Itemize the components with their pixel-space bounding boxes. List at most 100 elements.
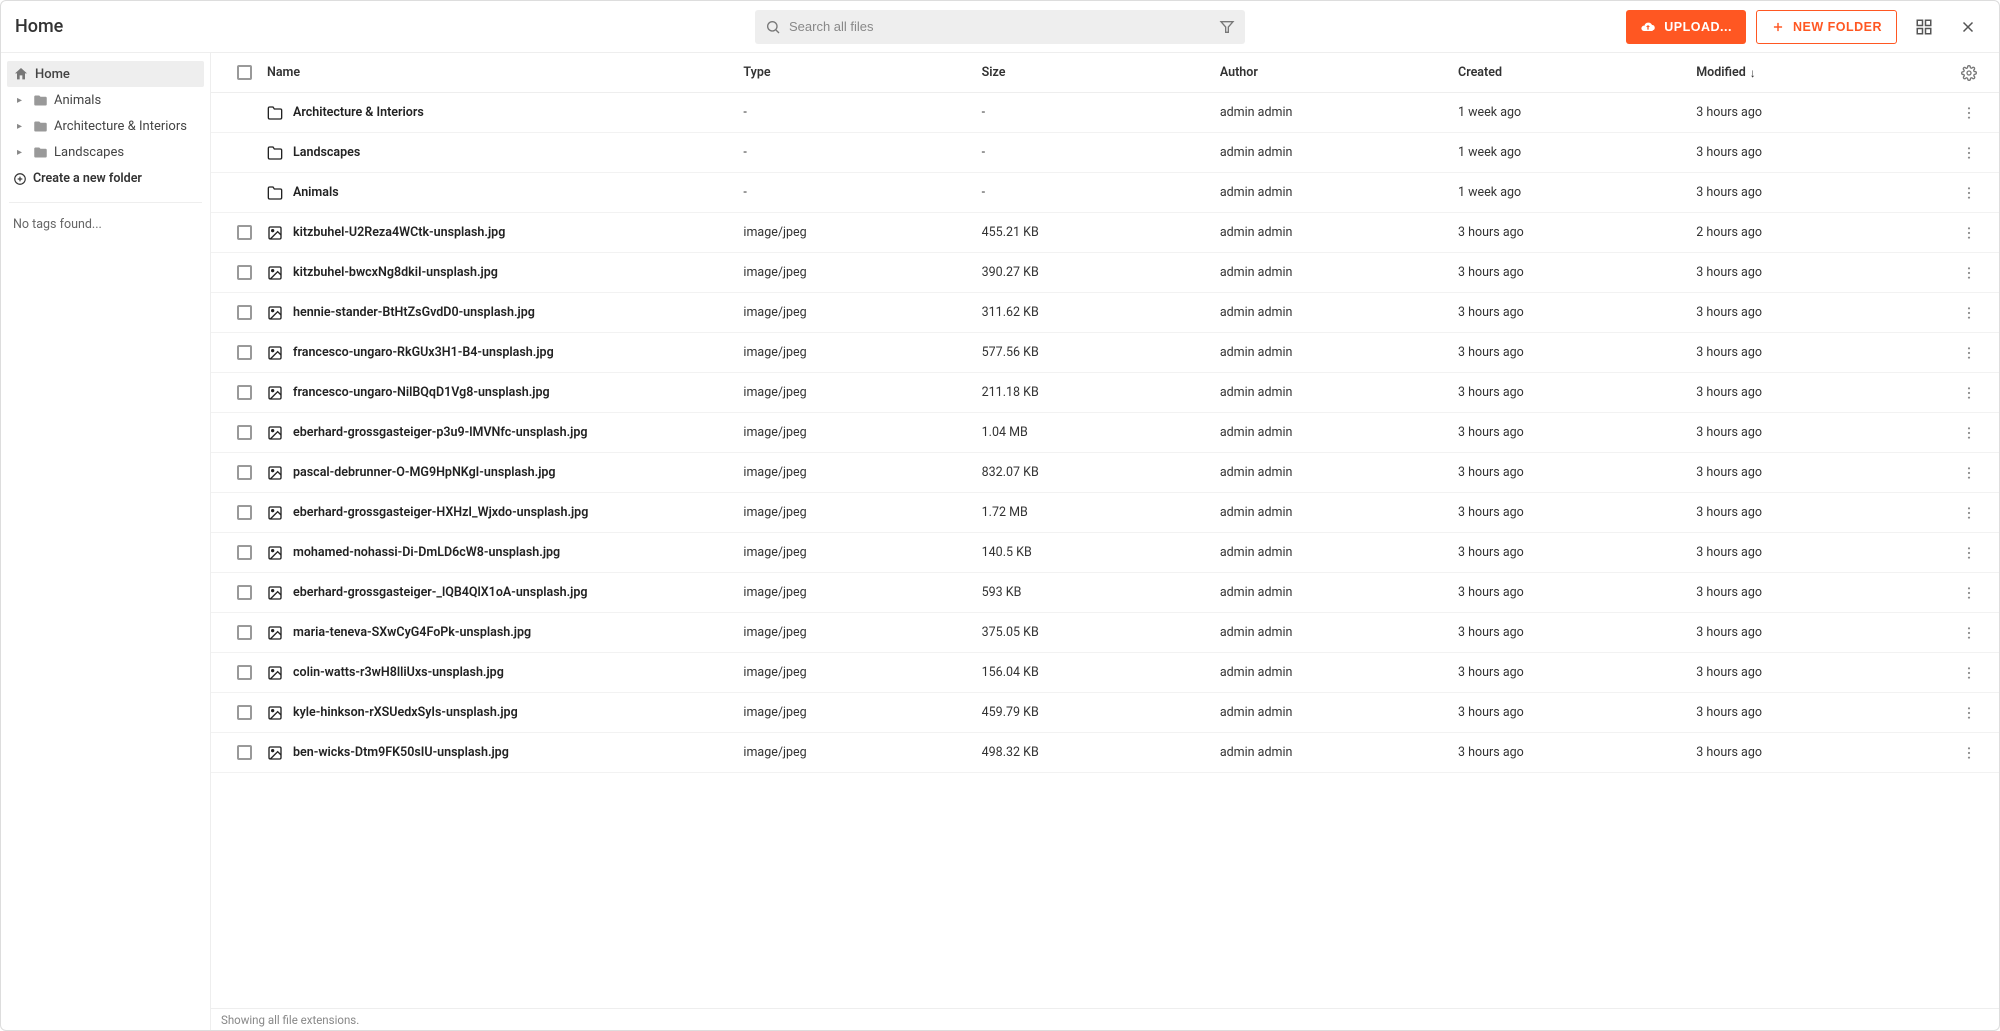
row-author: admin admin: [1220, 705, 1458, 720]
row-checkbox[interactable]: [237, 465, 252, 480]
column-header-created[interactable]: Created: [1458, 65, 1696, 80]
row-more-icon[interactable]: [1957, 501, 1981, 525]
row-checkbox[interactable]: [237, 265, 252, 280]
column-header-type[interactable]: Type: [743, 65, 981, 80]
table-row[interactable]: kitzbuhel-bwcxNg8dkiI-unsplash.jpgimage/…: [211, 253, 1999, 293]
upload-label: UPLOAD...: [1664, 20, 1732, 34]
row-checkbox[interactable]: [237, 745, 252, 760]
row-author: admin admin: [1220, 265, 1458, 280]
grid-view-button[interactable]: [1907, 10, 1941, 44]
table-row[interactable]: francesco-ungaro-NilBQqD1Vg8-unsplash.jp…: [211, 373, 1999, 413]
settings-icon[interactable]: [1961, 65, 1977, 81]
row-more-icon[interactable]: [1957, 661, 1981, 685]
select-all-checkbox[interactable]: [237, 65, 252, 80]
tree-folder-item[interactable]: ▸Animals: [7, 87, 204, 113]
row-size: -: [982, 145, 1220, 160]
image-icon: [267, 465, 283, 481]
close-button[interactable]: [1951, 10, 1985, 44]
row-checkbox[interactable]: [237, 305, 252, 320]
row-name: kyle-hinkson-rXSUedxSyIs-unsplash.jpg: [293, 705, 518, 720]
row-name: Architecture & Interiors: [293, 105, 424, 120]
tree-root-home[interactable]: Home: [7, 61, 204, 87]
row-more-icon[interactable]: [1957, 221, 1981, 245]
table-row[interactable]: colin-watts-r3wH8lliUxs-unsplash.jpgimag…: [211, 653, 1999, 693]
row-type: -: [743, 105, 981, 120]
search-input[interactable]: [789, 19, 1211, 34]
row-checkbox[interactable]: [237, 625, 252, 640]
folder-icon: [33, 145, 48, 160]
row-name: francesco-ungaro-NilBQqD1Vg8-unsplash.jp…: [293, 385, 550, 400]
row-created: 3 hours ago: [1458, 225, 1696, 240]
row-modified: 3 hours ago: [1696, 585, 1947, 600]
row-more-icon[interactable]: [1957, 261, 1981, 285]
row-more-icon[interactable]: [1957, 741, 1981, 765]
image-icon: [267, 585, 283, 601]
row-name: kitzbuhel-U2Reza4WCtk-unsplash.jpg: [293, 225, 505, 240]
table-row[interactable]: ben-wicks-Dtm9FK50sIU-unsplash.jpgimage/…: [211, 733, 1999, 773]
row-created: 1 week ago: [1458, 145, 1696, 160]
table-row[interactable]: eberhard-grossgasteiger-HXHzI_Wjxdo-unsp…: [211, 493, 1999, 533]
search-box[interactable]: [755, 10, 1245, 44]
row-type: image/jpeg: [743, 225, 981, 240]
create-folder-label: Create a new folder: [33, 171, 142, 186]
row-more-icon[interactable]: [1957, 381, 1981, 405]
row-created: 3 hours ago: [1458, 545, 1696, 560]
new-folder-button[interactable]: NEW FOLDER: [1756, 10, 1897, 44]
table-row[interactable]: Architecture & Interiors--admin admin1 w…: [211, 93, 1999, 133]
row-more-icon[interactable]: [1957, 101, 1981, 125]
row-checkbox[interactable]: [237, 665, 252, 680]
table-row[interactable]: Landscapes--admin admin1 week ago3 hours…: [211, 133, 1999, 173]
row-modified: 3 hours ago: [1696, 105, 1947, 120]
row-more-icon[interactable]: [1957, 301, 1981, 325]
row-more-icon[interactable]: [1957, 461, 1981, 485]
row-more-icon[interactable]: [1957, 701, 1981, 725]
row-modified: 3 hours ago: [1696, 425, 1947, 440]
row-checkbox[interactable]: [237, 385, 252, 400]
row-more-icon[interactable]: [1957, 581, 1981, 605]
table-row[interactable]: maria-teneva-SXwCyG4FoPk-unsplash.jpgima…: [211, 613, 1999, 653]
row-more-icon[interactable]: [1957, 141, 1981, 165]
row-size: 832.07 KB: [982, 465, 1220, 480]
row-checkbox[interactable]: [237, 545, 252, 560]
table-row[interactable]: kyle-hinkson-rXSUedxSyIs-unsplash.jpgima…: [211, 693, 1999, 733]
row-checkbox[interactable]: [237, 225, 252, 240]
row-author: admin admin: [1220, 105, 1458, 120]
image-icon: [267, 505, 283, 521]
row-checkbox[interactable]: [237, 705, 252, 720]
table-row[interactable]: eberhard-grossgasteiger-p3u9-lMVNfc-unsp…: [211, 413, 1999, 453]
row-name: mohamed-nohassi-Di-DmLD6cW8-unsplash.jpg: [293, 545, 560, 560]
row-checkbox[interactable]: [237, 345, 252, 360]
row-modified: 3 hours ago: [1696, 465, 1947, 480]
row-type: image/jpeg: [743, 265, 981, 280]
column-header-author[interactable]: Author: [1220, 65, 1458, 80]
create-folder-link[interactable]: Create a new folder: [7, 165, 204, 192]
row-created: 3 hours ago: [1458, 305, 1696, 320]
row-size: 455.21 KB: [982, 225, 1220, 240]
tree-folder-item[interactable]: ▸Architecture & Interiors: [7, 113, 204, 139]
table-row[interactable]: kitzbuhel-U2Reza4WCtk-unsplash.jpg image/…: [211, 213, 1999, 253]
row-type: image/jpeg: [743, 345, 981, 360]
filter-icon[interactable]: [1219, 19, 1235, 35]
table-row[interactable]: mohamed-nohassi-Di-DmLD6cW8-unsplash.jpg…: [211, 533, 1999, 573]
table-row[interactable]: eberhard-grossgasteiger-_lQB4QlX1oA-unsp…: [211, 573, 1999, 613]
upload-button[interactable]: UPLOAD...: [1626, 10, 1746, 44]
table-row[interactable]: Animals--admin admin1 week ago3 hours ag…: [211, 173, 1999, 213]
row-checkbox[interactable]: [237, 585, 252, 600]
column-header-size[interactable]: Size: [982, 65, 1220, 80]
column-header-name[interactable]: Name: [263, 65, 743, 80]
table-row[interactable]: pascal-debrunner-O-MG9HpNKgI-unsplash.jp…: [211, 453, 1999, 493]
row-checkbox[interactable]: [237, 505, 252, 520]
row-more-icon[interactable]: [1957, 621, 1981, 645]
row-name: eberhard-grossgasteiger-HXHzI_Wjxdo-unsp…: [293, 505, 588, 520]
tree-folder-item[interactable]: ▸Landscapes: [7, 139, 204, 165]
row-more-icon[interactable]: [1957, 541, 1981, 565]
row-more-icon[interactable]: [1957, 341, 1981, 365]
row-checkbox[interactable]: [237, 425, 252, 440]
row-more-icon[interactable]: [1957, 421, 1981, 445]
table-row[interactable]: francesco-ungaro-RkGUx3H1-B4-unsplash.jp…: [211, 333, 1999, 373]
row-name: eberhard-grossgasteiger-_lQB4QlX1oA-unsp…: [293, 585, 588, 600]
column-header-modified[interactable]: Modified ↓: [1696, 65, 1947, 80]
row-more-icon[interactable]: [1957, 181, 1981, 205]
row-author: admin admin: [1220, 145, 1458, 160]
table-row[interactable]: hennie-stander-BtHtZsGvdD0-unsplash.jpgi…: [211, 293, 1999, 333]
